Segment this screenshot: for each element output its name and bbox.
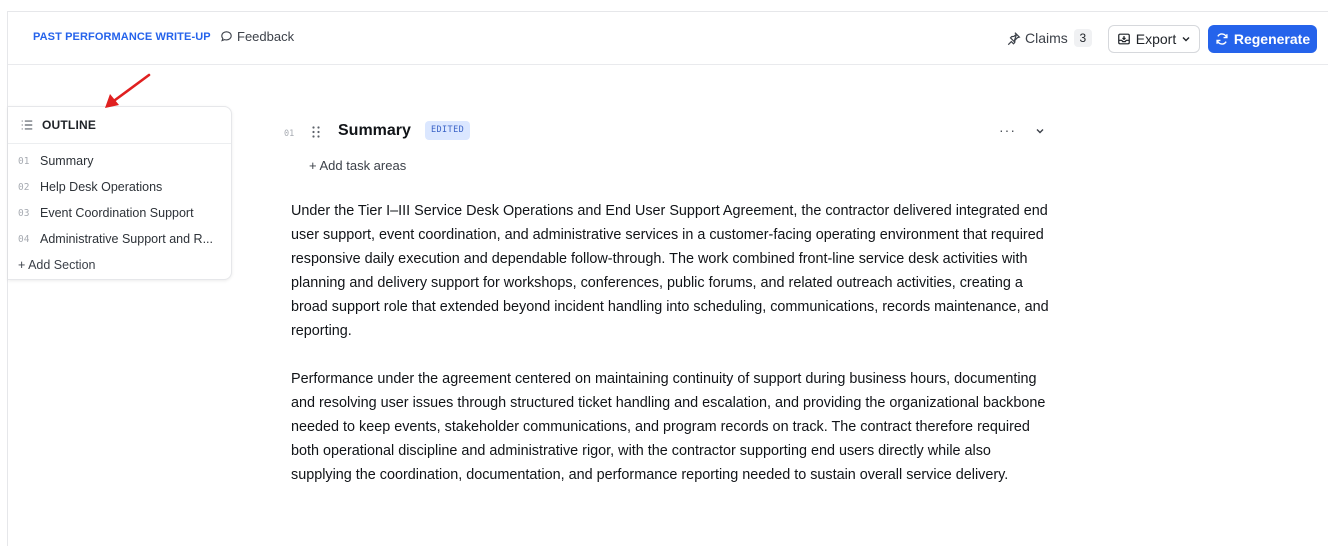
outline-panel: OUTLINE 01 Summary 02 Help Desk Operatio… <box>8 106 232 280</box>
outline-item-administrative-support[interactable]: 04 Administrative Support and R... <box>8 226 231 252</box>
outline-list: 01 Summary 02 Help Desk Operations 03 Ev… <box>8 144 231 278</box>
claims-button[interactable]: Claims 3 <box>1006 27 1092 49</box>
drag-handle-icon[interactable] <box>310 125 322 139</box>
claims-count-badge: 3 <box>1073 29 1092 47</box>
outline-title: OUTLINE <box>42 118 97 132</box>
regenerate-label: Regenerate <box>1233 31 1311 47</box>
outline-item-number: 01 <box>18 155 30 167</box>
collapse-chevron-icon[interactable] <box>1034 125 1046 137</box>
export-icon <box>1117 33 1130 45</box>
feedback-label: Feedback <box>237 29 295 44</box>
section-more-menu[interactable]: ··· <box>999 122 1016 138</box>
export-label: Export <box>1135 31 1177 47</box>
outline-item-help-desk-operations[interactable]: 02 Help Desk Operations <box>8 174 231 200</box>
claims-icon <box>1007 31 1021 45</box>
app-frame: PAST PERFORMANCE WRITE-UP Feedback Claim… <box>7 11 1328 546</box>
outline-item-event-coordination-support[interactable]: 03 Event Coordination Support <box>8 200 231 226</box>
outline-list-icon <box>21 120 33 130</box>
red-arrow-annotation <box>105 73 151 108</box>
claims-label: Claims <box>1025 30 1068 46</box>
outline-item-number: 04 <box>18 233 30 245</box>
outline-item-number: 02 <box>18 181 30 193</box>
outline-item-label: Event Coordination Support <box>40 206 194 220</box>
outline-item-label: Help Desk Operations <box>40 180 163 194</box>
section-paragraph[interactable]: Under the Tier I–III Service Desk Operat… <box>291 199 1051 343</box>
section-title: Summary <box>338 122 411 139</box>
section-paragraph[interactable]: Performance under the agreement centered… <box>291 367 1051 487</box>
outline-item-summary[interactable]: 01 Summary <box>8 148 231 174</box>
regenerate-icon <box>1216 33 1228 45</box>
outline-item-number: 03 <box>18 207 30 219</box>
feedback-link[interactable]: Feedback <box>220 29 294 44</box>
export-button[interactable]: Export <box>1108 25 1200 53</box>
edited-badge: EDITED <box>425 121 471 140</box>
add-section-button[interactable]: + Add Section <box>8 252 231 278</box>
outline-header: OUTLINE <box>8 107 231 144</box>
outline-item-label: Administrative Support and R... <box>40 232 213 246</box>
chevron-down-icon <box>1182 37 1190 42</box>
outline-item-label: Summary <box>40 154 94 168</box>
feedback-icon <box>221 31 232 42</box>
regenerate-button[interactable]: Regenerate <box>1208 25 1317 53</box>
section-number: 01 <box>284 129 295 139</box>
page-title: PAST PERFORMANCE WRITE-UP <box>33 31 211 43</box>
add-task-areas-button[interactable]: + Add task areas <box>309 158 406 173</box>
top-bar: PAST PERFORMANCE WRITE-UP Feedback Claim… <box>8 12 1328 65</box>
